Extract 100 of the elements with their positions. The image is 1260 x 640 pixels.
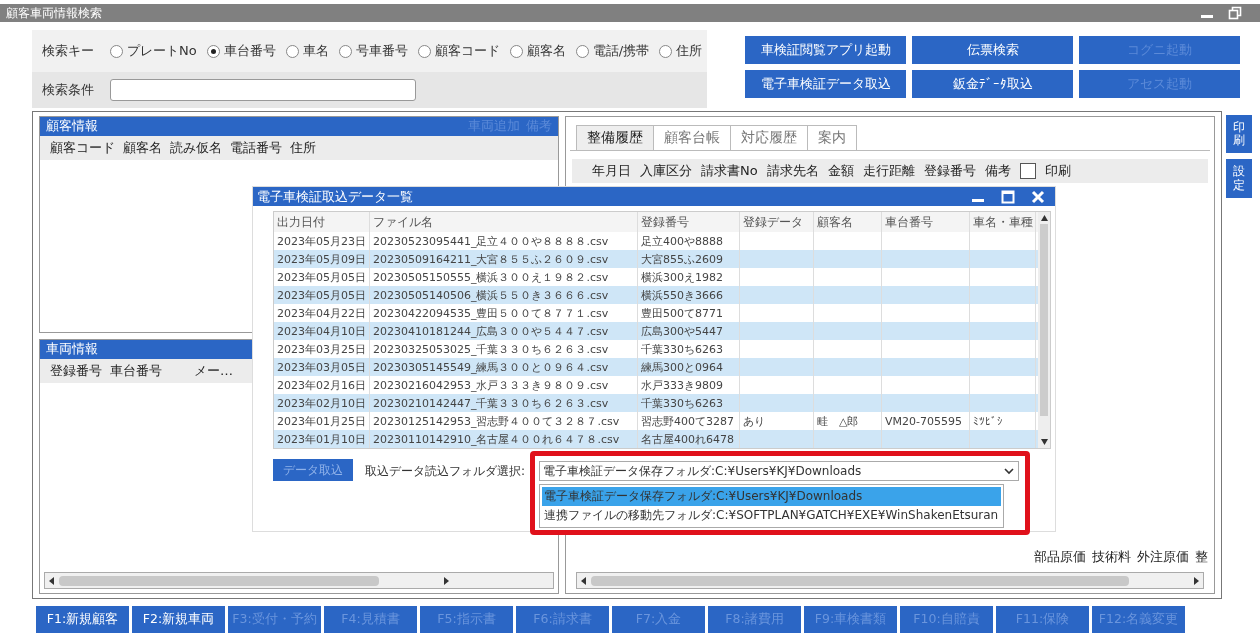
column-header: 登録データ <box>740 212 814 232</box>
column-header: 住所 <box>290 139 316 157</box>
table-cell: 20230422094535_豊田５００て８７７１.csv <box>373 305 609 321</box>
dropdown-option[interactable]: 連携ファイルの移動先フォルダ:C:¥SOFTPLAN¥GATCH¥EXE¥WinShakenEtsuran <box>542 506 1002 525</box>
search-condition-label: 検索条件 <box>42 81 94 99</box>
radio-button[interactable] <box>338 44 352 58</box>
radio-button[interactable] <box>110 44 123 58</box>
horizontal-scrollbar[interactable] <box>44 572 554 589</box>
column-header: メー… <box>194 362 233 380</box>
radio-button[interactable] <box>285 44 299 58</box>
radio-label: 車台番号 <box>223 42 276 60</box>
table-cell: 20230505140506_横浜５５０き３６６６.csv <box>373 287 609 303</box>
column-header: 部品原価 <box>1034 548 1086 566</box>
table-cell: VM20-705595 <box>885 414 962 428</box>
table-cell: 2023年02月10日 <box>277 395 366 411</box>
column-header: 入庫区分 <box>640 162 692 180</box>
radio-button[interactable] <box>206 44 220 58</box>
table-cell: 2023年01月10日 <box>277 431 366 447</box>
table-cell: 足立400や8888 <box>641 233 723 249</box>
function-key-button[interactable]: F1:新規顧客 <box>36 606 129 633</box>
table-cell: 20230216042953_水戸３３３き９８０９.csv <box>373 377 609 393</box>
table-cell: 2023年03月25日 <box>277 341 366 357</box>
scroll-down-icon[interactable] <box>1040 439 1048 445</box>
column-header: 登録番号 <box>50 362 102 380</box>
column-header: 電話番号 <box>230 139 282 157</box>
function-key-button[interactable]: F2:新規車両 <box>132 606 225 633</box>
column-header: 車名・車種 <box>970 212 1036 232</box>
print-checkbox[interactable] <box>1019 163 1036 179</box>
table-cell: 横浜300え1982 <box>641 269 723 285</box>
radio-label: 住所 <box>676 42 703 60</box>
table-row[interactable]: 2023年01月10日 20230110142910_名古屋４００れ６４７８.csv 名古屋400れ6478 <box>274 430 1038 448</box>
column-header: 技術料 <box>1092 548 1131 566</box>
column-header: 顧客名 <box>123 139 162 157</box>
column-header: 顧客コード <box>50 139 115 157</box>
vertical-scrollbar[interactable] <box>1038 212 1050 448</box>
column-header: 金額 <box>827 162 854 180</box>
dialog-title: 電子車検証取込データ一覧 <box>257 187 413 206</box>
column-header: 登録番号 <box>923 162 976 180</box>
table-cell: 20230325053025_千葉３３０ち６２６３.csv <box>373 341 609 357</box>
table-row[interactable]: 2023年05月09日 20230509164211_大宮８５５ふ２６０９.csv 大宮855ふ2609 <box>274 250 1038 268</box>
radio-label: プレートNo <box>127 42 197 60</box>
radio-button[interactable] <box>509 44 523 58</box>
table-row[interactable]: 2023年03月05日 20230305145549_練馬３００と０９６４.csv 練馬300と0964 <box>274 358 1038 376</box>
dropdown-option[interactable]: 電子車検証データ保存フォルダ:C:¥Users¥KJ¥Downloads <box>542 487 1002 506</box>
horizontal-scrollbar[interactable] <box>576 572 1204 589</box>
table-cell: 水戸333き9809 <box>641 377 723 393</box>
maximize-icon[interactable] <box>1001 189 1015 204</box>
table-cell: 2023年01月25日 <box>277 413 366 429</box>
radio-label: 車名 <box>302 42 329 60</box>
side-tab[interactable]: 設定 <box>1226 159 1252 198</box>
table-cell: 2023年03月05日 <box>277 359 366 375</box>
table-cell: あり <box>743 413 765 429</box>
table-cell: 名古屋400れ6478 <box>641 431 734 447</box>
close-icon[interactable] <box>1031 189 1045 204</box>
radio-button[interactable] <box>575 44 589 58</box>
table-row[interactable]: 2023年04月10日 20230410181244_広島３００や５４４７.csv 広島300や5447 <box>274 322 1038 340</box>
table-cell: 千葉330ち6263 <box>641 341 723 357</box>
table-cell: 20230410181244_広島３００や５４４７.csv <box>373 323 609 339</box>
checkbox-label: 印刷 <box>1044 162 1071 180</box>
radio-label: 電話/携帯 <box>592 42 650 60</box>
table-cell: 20230505150555_横浜３００え１９８２.csv <box>373 269 609 285</box>
window-title: 顧客車両情報検索 <box>6 4 102 22</box>
table-cell: 2023年05月05日 <box>277 287 366 303</box>
column-header: 備考 <box>984 162 1011 180</box>
action-button[interactable]: 伝票検索 <box>912 36 1073 64</box>
table-cell: 2023年04月10日 <box>277 323 366 339</box>
action-button[interactable]: 車検証閲覧アプリ起動 <box>745 36 906 64</box>
scroll-up-icon[interactable] <box>1040 215 1048 221</box>
table-cell: 習志野400て3287 <box>641 413 734 429</box>
column-header: 整 <box>1195 548 1208 566</box>
table-row[interactable]: 2023年05月05日 20230505140506_横浜５５０き３６６６.csv 横浜550き3666 <box>274 286 1038 304</box>
tab[interactable]: 整備履歴 <box>576 125 654 150</box>
side-tab[interactable]: 印刷 <box>1226 115 1252 154</box>
action-button[interactable]: 電子車検証データ取込 <box>745 70 906 98</box>
radio-button[interactable] <box>659 44 673 58</box>
table-cell: 畦 △郎 <box>817 413 859 429</box>
table-cell: 横浜550き3666 <box>641 287 723 303</box>
action-button[interactable]: 鈑金ﾃﾞｰﾀ取込 <box>912 70 1073 98</box>
search-key-label: 検索キー <box>42 42 94 60</box>
column-header: 請求書No <box>701 162 758 180</box>
folder-label: 取込データ読込フォルダ選択: <box>365 463 526 480</box>
search-field[interactable] <box>110 79 416 101</box>
folder-dropdown[interactable]: 電子車検証データ保存フォルダ:C:¥Users¥KJ¥Downloads <box>539 461 1020 481</box>
column-header: 外注原価 <box>1137 548 1189 566</box>
table-row[interactable]: 2023年02月10日 20230210142447_千葉３３０ち６２６３.csv 千葉330ち6263 <box>274 394 1038 412</box>
chevron-down-icon <box>1004 467 1015 475</box>
table-cell: 広島300や5447 <box>641 323 723 339</box>
table-cell: 練馬300と0964 <box>641 359 723 375</box>
table-cell: ﾐﾂﾋﾞｼ <box>973 414 1003 428</box>
column-header: 請求先名 <box>766 162 819 180</box>
table-cell: 2023年05月05日 <box>277 269 366 285</box>
column-header: 出力日付 <box>274 212 370 232</box>
table-cell: 20230210142447_千葉３３０ち６２６３.csv <box>373 395 609 411</box>
radio-button[interactable] <box>417 44 431 58</box>
table-cell: 大宮855ふ2609 <box>641 251 723 267</box>
table-cell: 2023年05月23日 <box>277 233 366 249</box>
tab[interactable]: 案内 <box>807 125 857 150</box>
table-cell: 2023年04月22日 <box>277 305 366 321</box>
restore-icon[interactable] <box>1228 6 1242 20</box>
table-cell: 2023年02月16日 <box>277 377 366 393</box>
